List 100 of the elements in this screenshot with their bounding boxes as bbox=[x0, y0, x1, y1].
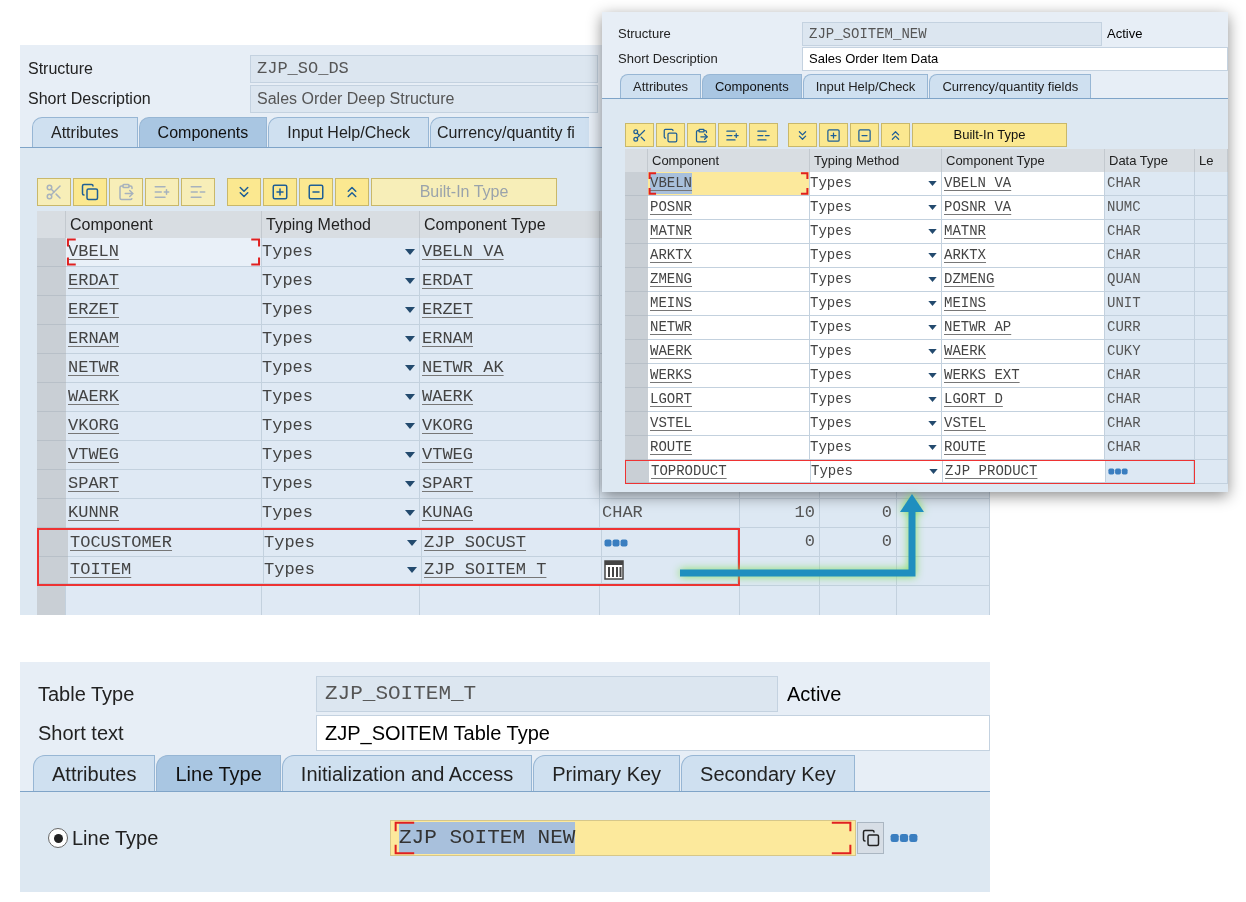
dropdown-caret-icon[interactable] bbox=[928, 301, 937, 306]
component-field[interactable]: ERDAT bbox=[66, 267, 262, 296]
tab[interactable]: Line Type bbox=[156, 755, 281, 791]
type-link[interactable]: KUNAG bbox=[420, 499, 600, 528]
component-field[interactable]: SPART bbox=[66, 470, 262, 499]
type-link[interactable]: ERZET bbox=[420, 296, 600, 325]
input-field[interactable]: ZJP_SOITEM_NEW bbox=[802, 22, 1102, 46]
toolbar-button[interactable] bbox=[881, 123, 910, 147]
dropdown-field[interactable]: Types bbox=[810, 388, 942, 412]
dropdown-field[interactable]: Types bbox=[810, 244, 942, 268]
dropdown-caret-icon[interactable] bbox=[928, 277, 937, 282]
component-field[interactable]: VSTEL bbox=[648, 412, 810, 436]
type-link[interactable]: ZJP PRODUCT bbox=[943, 461, 1106, 483]
type-link[interactable]: ERDAT bbox=[420, 267, 600, 296]
dropdown-field[interactable]: Types bbox=[262, 267, 420, 296]
type-link[interactable]: POSNR VA bbox=[942, 196, 1105, 220]
tab[interactable]: Attributes bbox=[33, 755, 156, 791]
dropdown-field[interactable]: Types bbox=[262, 412, 420, 441]
dropdown-field[interactable]: Types bbox=[810, 316, 942, 340]
component-field[interactable]: VTWEG bbox=[66, 441, 262, 470]
toolbar-button[interactable] bbox=[788, 123, 817, 147]
type-link[interactable]: ZJP SOCUST bbox=[422, 530, 602, 557]
dropdown-caret-icon[interactable] bbox=[405, 481, 415, 487]
component-field[interactable]: VBELN bbox=[66, 238, 262, 267]
component-field[interactable]: VBELN bbox=[648, 172, 810, 196]
type-link[interactable]: VKORG bbox=[420, 412, 600, 441]
component-field[interactable]: WAERK bbox=[648, 340, 810, 364]
dropdown-field[interactable]: Types bbox=[810, 196, 942, 220]
type-link[interactable]: WAERK bbox=[420, 383, 600, 412]
dropdown-caret-icon[interactable] bbox=[928, 445, 937, 450]
component-field[interactable]: NETWR bbox=[66, 354, 262, 383]
toolbar-button[interactable] bbox=[299, 178, 333, 206]
dropdown-field[interactable]: Types bbox=[811, 461, 943, 483]
component-field[interactable]: TOPRODUCT bbox=[649, 461, 811, 483]
dropdown-caret-icon[interactable] bbox=[928, 373, 937, 378]
dropdown-field[interactable]: Types bbox=[810, 292, 942, 316]
type-link[interactable]: LGORT D bbox=[942, 388, 1105, 412]
component-field[interactable]: ZMENG bbox=[648, 268, 810, 292]
component-field[interactable]: NETWR bbox=[648, 316, 810, 340]
type-link[interactable]: ROUTE bbox=[942, 436, 1105, 460]
dropdown-caret-icon[interactable] bbox=[928, 253, 937, 258]
dropdown-field[interactable]: Types bbox=[810, 436, 942, 460]
input-field[interactable]: ZJP_SOITEM_T bbox=[316, 676, 778, 712]
input-field[interactable]: ZJP SOITEM NEW bbox=[390, 820, 856, 856]
dropdown-field[interactable]: Types bbox=[810, 172, 942, 196]
dropdown-caret-icon[interactable] bbox=[928, 397, 937, 402]
dropdown-caret-icon[interactable] bbox=[405, 307, 415, 313]
toolbar-button[interactable] bbox=[656, 123, 685, 147]
dropdown-caret-icon[interactable] bbox=[928, 229, 937, 234]
component-field[interactable]: WERKS bbox=[648, 364, 810, 388]
type-link[interactable]: NETWR AK bbox=[420, 354, 600, 383]
component-field[interactable]: ERNAM bbox=[66, 325, 262, 354]
component-field[interactable]: WAERK bbox=[66, 383, 262, 412]
input-field[interactable]: ZJP_SO_DS bbox=[250, 55, 598, 83]
dropdown-caret-icon[interactable] bbox=[405, 336, 415, 342]
dropdown-caret-icon[interactable] bbox=[929, 469, 938, 474]
dropdown-field[interactable]: Types bbox=[264, 557, 422, 584]
dropdown-caret-icon[interactable] bbox=[928, 349, 937, 354]
input-field[interactable]: Sales Order Deep Structure bbox=[250, 85, 598, 113]
toolbar-button[interactable] bbox=[263, 178, 297, 206]
tab[interactable]: Input Help/Check bbox=[802, 74, 929, 98]
dropdown-caret-icon[interactable] bbox=[928, 421, 937, 426]
dropdown-field[interactable]: Types bbox=[262, 441, 420, 470]
type-link[interactable]: ERNAM bbox=[420, 325, 600, 354]
dropdown-field[interactable]: Types bbox=[810, 412, 942, 436]
component-field[interactable]: ERZET bbox=[66, 296, 262, 325]
dropdown-field[interactable]: Types bbox=[810, 364, 942, 388]
type-link[interactable]: WERKS EXT bbox=[942, 364, 1105, 388]
component-field[interactable]: ROUTE bbox=[648, 436, 810, 460]
dropdown-field[interactable]: Types bbox=[264, 530, 422, 557]
toolbar-button[interactable] bbox=[819, 123, 848, 147]
component-field[interactable]: ARKTX bbox=[648, 244, 810, 268]
type-link[interactable]: VTWEG bbox=[420, 441, 600, 470]
input-field[interactable]: Sales Order Item Data bbox=[802, 47, 1228, 71]
type-link[interactable]: ZJP SOITEM T bbox=[422, 557, 602, 584]
toolbar-button[interactable] bbox=[227, 178, 261, 206]
component-field[interactable]: MEINS bbox=[648, 292, 810, 316]
type-link[interactable]: NETWR AP bbox=[942, 316, 1105, 340]
dropdown-field[interactable]: Types bbox=[810, 220, 942, 244]
dropdown-caret-icon[interactable] bbox=[405, 365, 415, 371]
tab[interactable]: Currency/quantity fields bbox=[929, 74, 1092, 98]
toolbar-button[interactable] bbox=[718, 123, 747, 147]
dropdown-field[interactable]: Types bbox=[810, 268, 942, 292]
toolbar-button[interactable] bbox=[749, 123, 778, 147]
toolbar-button[interactable] bbox=[335, 178, 369, 206]
type-link[interactable]: VBELN VA bbox=[942, 172, 1105, 196]
type-link[interactable]: SPART bbox=[420, 470, 600, 499]
dropdown-caret-icon[interactable] bbox=[405, 249, 415, 255]
tab[interactable]: Components bbox=[138, 117, 268, 147]
dropdown-field[interactable]: Types bbox=[262, 499, 420, 528]
toolbar-button[interactable] bbox=[73, 178, 107, 206]
dropdown-caret-icon[interactable] bbox=[407, 540, 417, 546]
dropdown-caret-icon[interactable] bbox=[405, 394, 415, 400]
toolbar-button[interactable] bbox=[850, 123, 879, 147]
type-link[interactable]: MATNR bbox=[942, 220, 1105, 244]
dropdown-field[interactable]: Types bbox=[262, 325, 420, 354]
tab[interactable]: Currency/quantity fi bbox=[430, 117, 590, 147]
toolbar-button[interactable] bbox=[687, 123, 716, 147]
component-field[interactable]: LGORT bbox=[648, 388, 810, 412]
type-link[interactable]: VBELN VA bbox=[420, 238, 600, 267]
